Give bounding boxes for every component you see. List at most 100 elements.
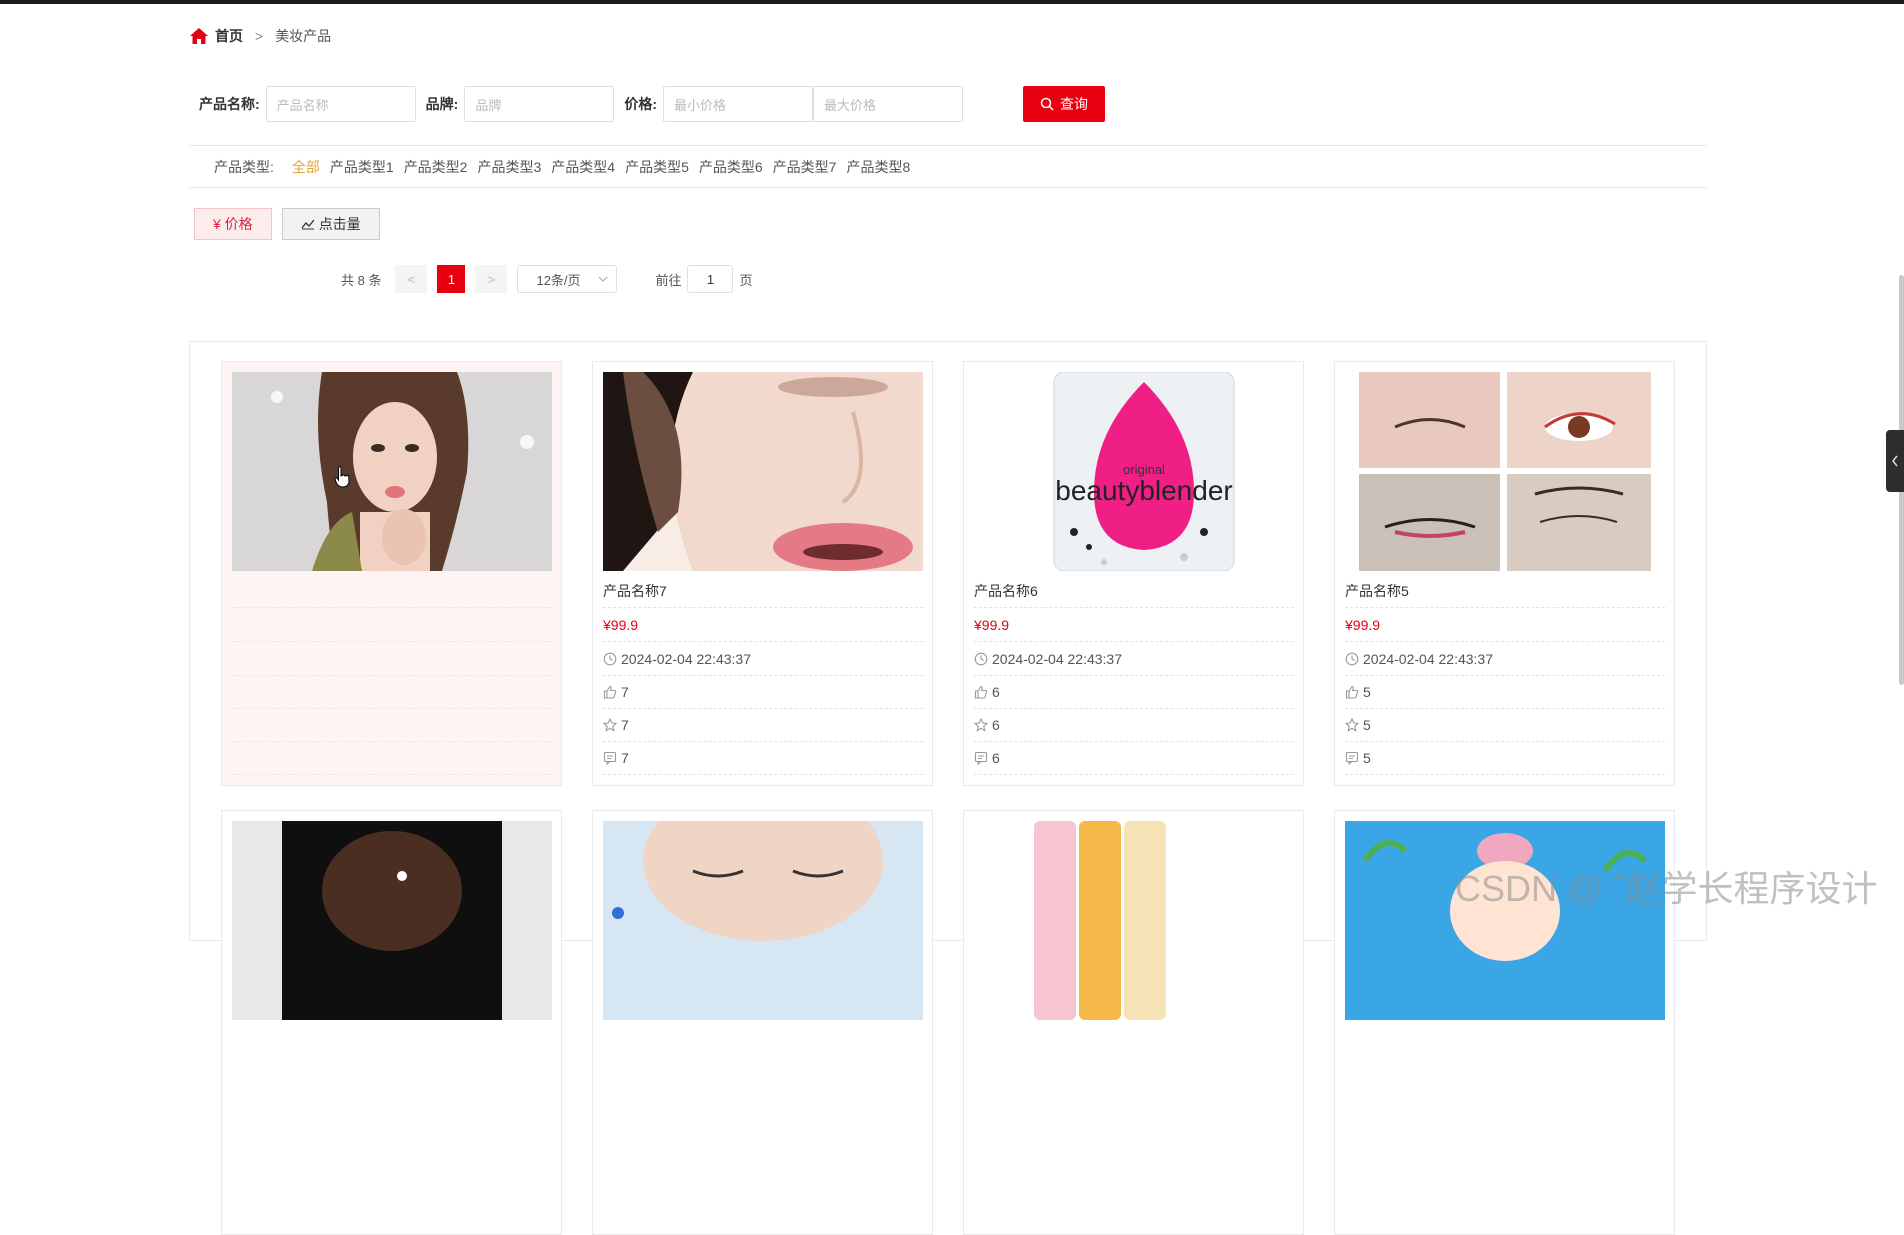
hairstyle-image <box>232 821 552 1020</box>
star-icon <box>603 718 617 732</box>
product-time-value: 2024-02-04 22:43:37 <box>621 651 751 667</box>
max-price-input[interactable]: 最大价格 <box>813 86 964 122</box>
page-size-value: 12条/页 <box>536 272 581 288</box>
type-option-7[interactable]: 产品类型7 <box>773 157 837 177</box>
product-card[interactable] <box>963 810 1304 1235</box>
product-time: 2024-02-04 22:43:37 <box>1345 643 1665 676</box>
product-name[interactable]: 产品名称7 <box>603 575 923 608</box>
comment-icon <box>1345 751 1359 765</box>
product-image[interactable] <box>1345 821 1665 1020</box>
type-option-3[interactable]: 产品类型3 <box>477 157 541 177</box>
product-card[interactable]: 产品名称7 ¥99.9 2024-02-04 22:43:37 7 7 7 <box>592 361 933 786</box>
product-comments: 5 <box>1345 742 1665 775</box>
page-size-select[interactable]: 12条/页 <box>517 265 618 293</box>
product-name[interactable]: 产品名称5 <box>1345 575 1665 608</box>
product-card[interactable] <box>592 810 933 1235</box>
home-icon[interactable] <box>189 27 209 45</box>
star-icon <box>1345 718 1359 732</box>
product-price: ¥99.9 <box>603 609 923 642</box>
product-favorites-value: 5 <box>1363 717 1371 733</box>
side-panel-toggle[interactable] <box>1886 430 1904 492</box>
product-name <box>232 575 552 608</box>
product-comments-value: 5 <box>1363 750 1371 766</box>
next-page-button[interactable]: > <box>475 265 508 293</box>
product-image[interactable] <box>603 821 923 1020</box>
product-favorites-value: 7 <box>621 717 629 733</box>
product-card[interactable]: original beautyblender 产品名称6 ¥99.9 2024-… <box>963 361 1304 786</box>
breadcrumb-separator: > <box>255 28 264 44</box>
pagination-total: 共 8 条 <box>341 272 382 288</box>
type-filter-label: 产品类型: <box>214 158 274 175</box>
product-card[interactable] <box>221 361 562 786</box>
product-likes: 5 <box>1345 676 1665 709</box>
type-option-4[interactable]: 产品类型4 <box>551 157 615 177</box>
product-time-value: 2024-02-04 22:43:37 <box>1363 651 1493 667</box>
product-favorites: 7 <box>603 709 923 742</box>
beautyblender-brand-text: beautyblender <box>1055 475 1232 506</box>
eye-makeup-grid-image <box>1345 372 1665 571</box>
brand-label: 品牌: <box>425 96 459 112</box>
hand-cursor-icon <box>334 466 350 488</box>
goto-page-input[interactable]: 1 <box>687 265 734 293</box>
product-comments-value: 7 <box>621 750 629 766</box>
clock-icon <box>974 652 988 666</box>
query-button[interactable]: 查询 <box>1023 86 1106 122</box>
pagination: 共 8 条 < 1 > 12条/页 前往 1 页 <box>341 265 753 293</box>
product-likes: 6 <box>974 676 1294 709</box>
goto-label: 前往 <box>655 272 682 288</box>
sort-clicks-button[interactable]: 点击量 <box>281 208 380 240</box>
product-time: 2024-02-04 22:43:37 <box>974 643 1294 676</box>
page-number-1[interactable]: 1 <box>437 265 466 293</box>
product-favorites: 6 <box>974 709 1294 742</box>
trend-icon <box>301 219 315 230</box>
clock-icon <box>1345 652 1359 666</box>
bottles-image <box>974 821 1294 1020</box>
comment-icon <box>603 751 617 765</box>
product-comments-value: 6 <box>992 750 1000 766</box>
product-image[interactable] <box>232 821 552 1020</box>
type-option-1[interactable]: 产品类型1 <box>330 157 394 177</box>
sort-price-button[interactable]: ¥ 价格 <box>194 208 272 240</box>
min-price-input[interactable]: 最小价格 <box>663 86 814 122</box>
product-comments: 7 <box>603 742 923 775</box>
search-form: 产品名称: 产品名称 品牌: 品牌 价格: 最小价格 最大价格 查询 <box>199 86 1106 122</box>
chevron-left-icon <box>1892 455 1898 467</box>
breadcrumb-home[interactable]: 首页 <box>215 26 243 46</box>
woman-portrait-image <box>232 372 552 571</box>
clock-icon <box>603 652 617 666</box>
thumbs-up-icon <box>974 685 988 699</box>
product-image[interactable] <box>1345 372 1665 571</box>
brand-input[interactable]: 品牌 <box>464 86 615 122</box>
product-card[interactable]: 产品名称5 ¥99.9 2024-02-04 22:43:37 5 5 5 <box>1334 361 1675 786</box>
product-favorites <box>232 709 552 742</box>
product-image[interactable] <box>232 372 552 571</box>
product-favorites: 5 <box>1345 709 1665 742</box>
type-option-2[interactable]: 产品类型2 <box>404 157 468 177</box>
product-card[interactable] <box>221 810 562 1235</box>
type-option-all[interactable]: 全部 <box>292 157 320 177</box>
type-option-8[interactable]: 产品类型8 <box>846 157 910 177</box>
product-time: 2024-02-04 22:43:37 <box>603 643 923 676</box>
beautyblender-sponge-image: original beautyblender <box>974 372 1294 571</box>
product-likes-value: 6 <box>992 684 1000 700</box>
product-image[interactable] <box>974 821 1294 1020</box>
price-label: 价格: <box>624 96 658 112</box>
type-option-5[interactable]: 产品类型5 <box>625 157 689 177</box>
comment-icon <box>974 751 988 765</box>
product-name-input[interactable]: 产品名称 <box>265 86 416 122</box>
product-likes-value: 7 <box>621 684 629 700</box>
product-image[interactable]: original beautyblender <box>974 372 1294 571</box>
prev-page-button[interactable]: < <box>395 265 428 293</box>
chevron-down-icon <box>599 276 608 282</box>
product-time-value: 2024-02-04 22:43:37 <box>992 651 1122 667</box>
query-button-label: 查询 <box>1060 96 1089 112</box>
product-likes-value: 5 <box>1363 684 1371 700</box>
cartoon-girl-image <box>1345 821 1665 1020</box>
star-icon <box>974 718 988 732</box>
type-option-6[interactable]: 产品类型6 <box>699 157 763 177</box>
breadcrumb: 首页 > 美妆产品 <box>189 24 331 48</box>
product-name[interactable]: 产品名称6 <box>974 575 1294 608</box>
sort-buttons: ¥ 价格 点击量 <box>194 208 380 240</box>
search-icon <box>1040 97 1054 111</box>
product-image[interactable] <box>603 372 923 571</box>
